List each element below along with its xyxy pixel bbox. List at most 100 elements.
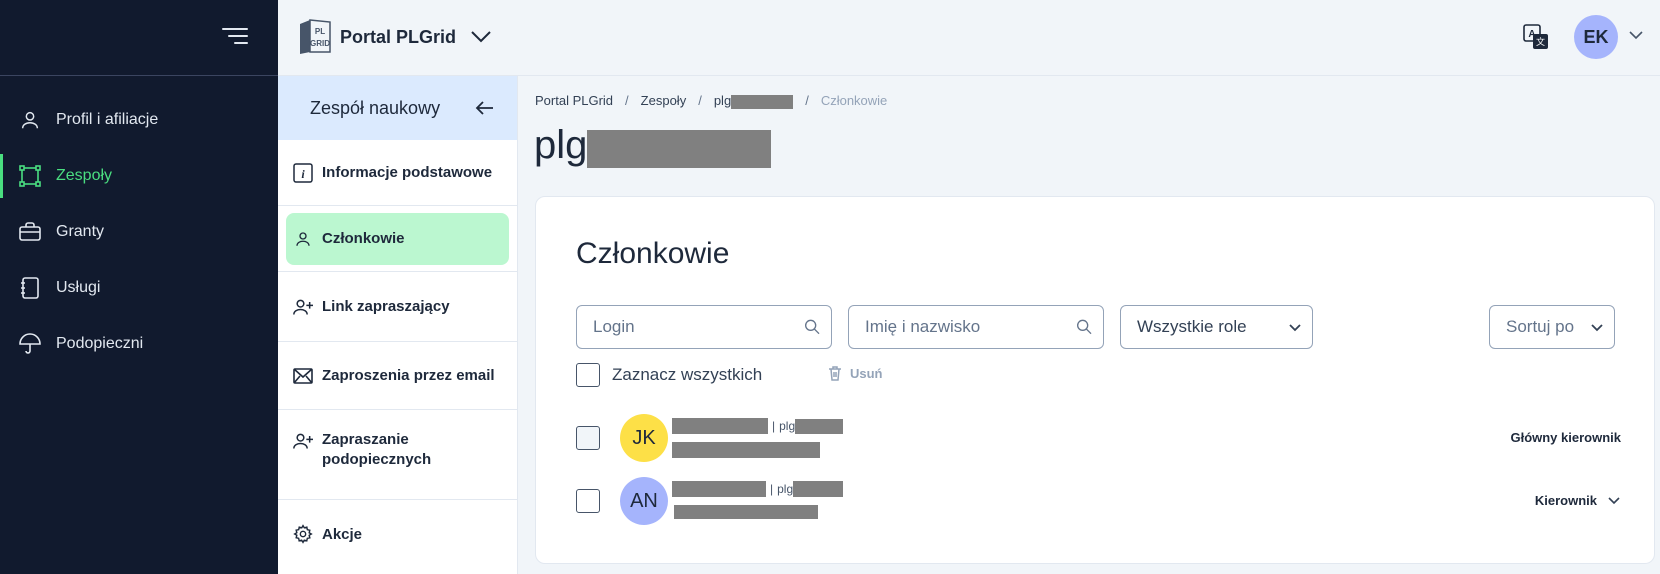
member-role-label: Główny kierownik xyxy=(1510,430,1621,445)
portal-name: Portal PLGrid xyxy=(340,26,457,47)
members-card: Członkowie Wszystkie role Sortuj po Zazn… xyxy=(535,196,1655,564)
name-search-field[interactable] xyxy=(848,305,1104,349)
sidebar-item-wards[interactable]: Podopieczni xyxy=(0,316,278,372)
svg-text:GRID: GRID xyxy=(310,39,330,48)
select-all-checkbox[interactable] xyxy=(576,363,600,387)
translate-icon[interactable]: A 文 xyxy=(1523,24,1549,50)
menu-toggle-icon[interactable] xyxy=(220,26,248,46)
sidebar-header xyxy=(0,0,278,76)
delete-button[interactable]: Usuń xyxy=(828,365,883,381)
member-role-select[interactable]: Kierownik xyxy=(1535,493,1621,508)
member-name-line: | plg xyxy=(672,418,844,434)
user-plus-icon xyxy=(292,296,314,318)
delete-label: Usuń xyxy=(850,365,883,381)
subnav-title: Zespół naukowy xyxy=(310,97,441,118)
select-all-row: Zaznacz wszystkich xyxy=(576,363,762,387)
main-content: Portal PLGrid / Zespoły / plg / Członkow… xyxy=(518,76,1660,574)
sidebar-item-label: Profil i afiliacje xyxy=(56,111,159,128)
member-name-line: | plg xyxy=(672,481,844,497)
chevron-down-icon[interactable] xyxy=(1628,30,1644,40)
member-separator: | xyxy=(770,482,774,496)
sidebar-item-grants[interactable]: Granty xyxy=(0,204,278,260)
member-avatar: AN xyxy=(620,477,668,525)
subnav-header: Zespół naukowy xyxy=(278,76,517,140)
breadcrumb-teams[interactable]: Zespoły xyxy=(641,93,687,108)
redacted-block xyxy=(587,130,772,168)
chevron-down-icon xyxy=(471,31,491,43)
subnav-item-label: Zapraszanie podopiecznych xyxy=(322,431,432,468)
chevron-down-icon xyxy=(1591,323,1603,331)
select-all-label: Zaznacz wszystkich xyxy=(612,365,763,384)
svg-text:i: i xyxy=(301,167,305,181)
user-icon xyxy=(18,108,42,132)
trash-icon xyxy=(829,366,841,381)
login-search-field[interactable] xyxy=(576,305,832,349)
user-avatar[interactable]: EK xyxy=(1574,15,1618,59)
name-search-input[interactable] xyxy=(865,317,1077,337)
redacted-block xyxy=(672,418,768,434)
chevron-down-icon xyxy=(1608,497,1620,505)
arrow-left-icon[interactable] xyxy=(475,100,495,116)
sidebar-item-services[interactable]: Usługi xyxy=(0,260,278,316)
member-row: AN | plg Kierownik xyxy=(576,475,1621,527)
redacted-block xyxy=(793,481,844,497)
search-icon xyxy=(1077,319,1092,335)
subnav-item-email-invitations[interactable]: Zaproszenia przez email xyxy=(278,342,517,410)
member-checkbox[interactable] xyxy=(576,426,600,450)
sidebar-item-label: Zespoły xyxy=(56,167,113,184)
redacted-block xyxy=(672,481,766,497)
briefcase-icon xyxy=(18,220,42,244)
chevron-down-icon xyxy=(1289,323,1301,331)
redacted-block xyxy=(672,442,820,458)
subnav-item-invite-link[interactable]: Link zapraszający xyxy=(278,272,517,342)
breadcrumb-portal[interactable]: Portal PLGrid xyxy=(535,93,613,108)
members-title: Członkowie xyxy=(576,237,730,270)
page-title: plg xyxy=(534,122,772,168)
sort-label: Sortuj po xyxy=(1506,317,1575,336)
sidebar-item-profile[interactable]: Profil i afiliacje xyxy=(0,92,278,148)
member-login-prefix: plg xyxy=(779,419,796,433)
member-checkbox[interactable] xyxy=(576,489,600,513)
main-sidebar: Profil i afiliacje Zespoły Granty Usługi… xyxy=(0,0,278,574)
breadcrumb-team[interactable]: plg xyxy=(713,93,794,109)
sidebar-item-label: Granty xyxy=(56,223,105,240)
redacted-block xyxy=(674,505,818,519)
member-separator: | xyxy=(772,419,776,433)
page-title-prefix: plg xyxy=(534,122,588,167)
redacted-block xyxy=(731,94,794,109)
svg-text:文: 文 xyxy=(1536,36,1545,47)
member-role: Główny kierownik xyxy=(1510,430,1621,445)
sidebar-item-label: Usługi xyxy=(56,279,101,296)
svg-text:PL: PL xyxy=(315,27,325,36)
subnav-item-basic-info[interactable]: i Informacje podstawowe xyxy=(278,140,517,206)
redacted-block xyxy=(795,418,844,434)
breadcrumb-separator: / xyxy=(805,93,809,109)
subnav-item-members[interactable]: Członkowie xyxy=(278,206,517,272)
sidebar-item-label: Podopieczni xyxy=(56,335,144,352)
member-login-prefix: plg xyxy=(777,482,794,496)
subnav-item-label: Członkowie xyxy=(322,230,405,247)
subnav-item-label: Akcje xyxy=(322,525,363,543)
subnav-item-actions[interactable]: Akcje xyxy=(278,500,517,568)
breadcrumb: Portal PLGrid / Zespoły / plg / Członkow… xyxy=(535,93,887,109)
sidebar-item-teams[interactable]: Zespoły xyxy=(0,148,278,204)
breadcrumb-team-prefix: plg xyxy=(713,93,732,108)
subnav-item-label: Zaproszenia przez email xyxy=(322,367,495,384)
active-pill: Członkowie xyxy=(286,212,509,265)
subnav-item-invite-wards[interactable]: Zapraszanie podopiecznych xyxy=(278,410,517,500)
info-icon: i xyxy=(292,162,314,184)
login-search-input[interactable] xyxy=(593,317,805,337)
gear-icon xyxy=(292,523,314,545)
sort-select[interactable]: Sortuj po xyxy=(1489,305,1615,349)
role-filter-value: Wszystkie role xyxy=(1137,317,1247,336)
portal-switcher[interactable]: PL GRID Portal PLGrid xyxy=(298,18,492,56)
top-bar: PL GRID Portal PLGrid A 文 EK xyxy=(278,0,1660,76)
breadcrumb-current: Członkowie xyxy=(820,93,888,109)
team-icon xyxy=(18,164,42,188)
role-filter-select[interactable]: Wszystkie role xyxy=(1120,305,1313,349)
search-icon xyxy=(805,319,820,335)
member-avatar: JK xyxy=(620,414,668,462)
envelope-icon xyxy=(292,365,314,387)
breadcrumb-separator: / xyxy=(625,93,629,109)
sidebar-nav: Profil i afiliacje Zespoły Granty Usługi… xyxy=(0,92,278,372)
